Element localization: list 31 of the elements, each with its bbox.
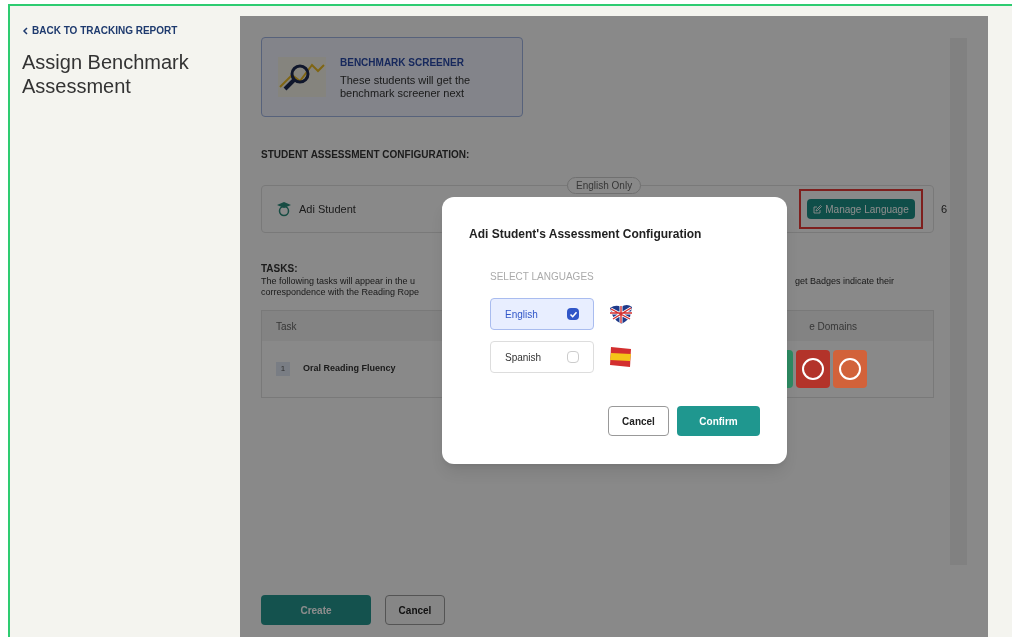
flag-icon [608,303,634,325]
column-header: Task [276,319,297,334]
tasks-description: correspondence with the Reading Rope [261,287,420,298]
page-title: Assign Benchmark Assessment [22,50,190,98]
cancel-button[interactable]: Cancel [385,595,445,625]
tasks-description: The following tasks will appear in the u [261,276,417,287]
marker-number: 6 [940,201,947,217]
column-header: e Domains [809,319,857,334]
confirm-button[interactable]: Confirm [677,406,760,436]
edit-icon [813,204,823,214]
section-heading: STUDENT ASSESSMENT CONFIGURATION: [261,148,471,162]
banner-title: BENCHMARK SCREENER [340,55,465,70]
student-icon [276,201,292,217]
cancel-button[interactable]: Cancel [608,406,669,436]
magnifier-chart-icon [278,57,326,97]
student-name: Adi Student [299,201,356,217]
task-name: Oral Reading Fluency [303,362,396,376]
language-option[interactable]: Spanish [490,341,594,373]
language-option[interactable]: English [490,298,594,330]
checkbox[interactable] [567,308,579,320]
task-number: 1 [276,362,290,376]
back-link[interactable]: BACK TO TRACKING REPORT [22,23,240,38]
section-label: SELECT LANGUAGES [490,270,595,284]
dialog-title: Adi Student's Assessment Configuration [469,226,703,243]
language-chip: English Only [567,177,642,194]
tasks-description: get Badges indicate their [794,276,894,288]
manage-language-button[interactable]: Manage Language [807,199,915,219]
checkbox[interactable] [567,351,579,363]
banner-text: These students will get the benchmark screener next [340,73,472,100]
flag-icon [608,345,634,369]
chevron-left-icon [22,26,28,35]
